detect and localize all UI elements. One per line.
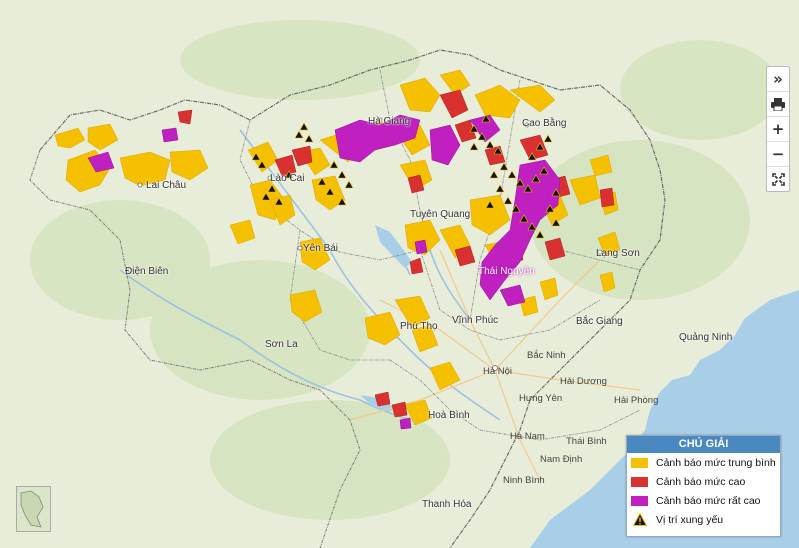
legend-item-very-high: Cảnh báo mức rất cao xyxy=(627,491,780,510)
place-label-ha-nam: Hà Nam xyxy=(510,431,545,442)
map-frame[interactable]: Cao Bằng Lai Châu Lào Cai Hà Giang Tuyên… xyxy=(0,0,799,548)
place-label-hung-yen: Hưng Yên xyxy=(519,393,563,404)
place-label-thai-nguyen: Thái Nguyên xyxy=(478,266,535,277)
place-label-lao-cai: Lào Cai xyxy=(270,173,305,184)
place-label-ninh-binh: Ninh Bình xyxy=(503,475,545,486)
legend-label-vulnerable: Vị trí xung yếu xyxy=(656,513,724,526)
map-controls: » + − xyxy=(766,66,790,192)
place-label-cao-bang: Cao Bằng xyxy=(522,118,567,129)
place-label-quang-ninh: Quảng Ninh xyxy=(679,332,733,343)
place-label-nam-dinh: Nam Định xyxy=(540,454,583,465)
legend-item-medium: Cảnh báo mức trung bình xyxy=(627,453,780,472)
fullscreen-icon xyxy=(771,172,785,186)
legend-item-vulnerable: Vị trí xung yếu xyxy=(627,510,780,529)
place-label-hai-phong: Hải Phòng xyxy=(614,395,659,406)
place-label-son-la: Sơn La xyxy=(265,339,298,350)
zoom-in-button[interactable]: + xyxy=(767,117,789,142)
legend-label-high: Cảnh báo mức cao xyxy=(656,475,746,488)
place-label-ha-giang: Hà Giang xyxy=(368,116,411,127)
place-label-hai-duong: Hải Dương xyxy=(560,376,607,387)
warning-triangle-icon xyxy=(631,513,648,527)
print-button[interactable] xyxy=(767,92,789,117)
map-legend: CHÚ GIẢI Cảnh báo mức trung bình Cảnh bá… xyxy=(626,435,781,537)
place-label-bac-giang: Bắc Giang xyxy=(576,316,623,327)
expand-panel-button[interactable]: » xyxy=(767,67,789,92)
legend-swatch-very-high xyxy=(631,495,648,506)
place-label-phu-tho: Phú Thọ xyxy=(400,321,438,332)
legend-label-very-high: Cảnh báo mức rất cao xyxy=(656,494,761,507)
place-label-bac-ninh: Bắc Ninh xyxy=(527,350,566,361)
place-label-thanh-hoa: Thanh Hóa xyxy=(422,499,472,510)
place-label-dien-bien: Điện Biên xyxy=(125,266,169,277)
place-label-hoa-binh: Hoà Bình xyxy=(428,410,470,421)
legend-title: CHÚ GIẢI xyxy=(627,436,780,453)
place-label-yen-bai: Yên Bái xyxy=(303,243,339,254)
place-label-tuyen-quang: Tuyên Quang xyxy=(410,209,471,220)
legend-label-medium: Cảnh báo mức trung bình xyxy=(656,456,776,469)
printer-icon xyxy=(771,97,785,111)
fullscreen-button[interactable] xyxy=(767,167,789,191)
place-label-lang-son: Lạng Sơn xyxy=(596,248,640,259)
place-label-lai-chau: Lai Châu xyxy=(146,180,187,191)
zoom-out-button[interactable]: − xyxy=(767,142,789,167)
layer-switcher-thumbnail[interactable] xyxy=(16,486,51,532)
legend-swatch-high xyxy=(631,476,648,487)
place-label-thai-binh: Thái Bình xyxy=(566,436,607,447)
place-label-vinh-phuc: Vĩnh Phúc xyxy=(452,315,499,326)
legend-item-high: Cảnh báo mức cao xyxy=(627,472,780,491)
minimap-icon xyxy=(20,490,44,528)
legend-swatch-medium xyxy=(631,457,648,468)
place-label-ha-noi: Hà Nội xyxy=(483,366,513,377)
